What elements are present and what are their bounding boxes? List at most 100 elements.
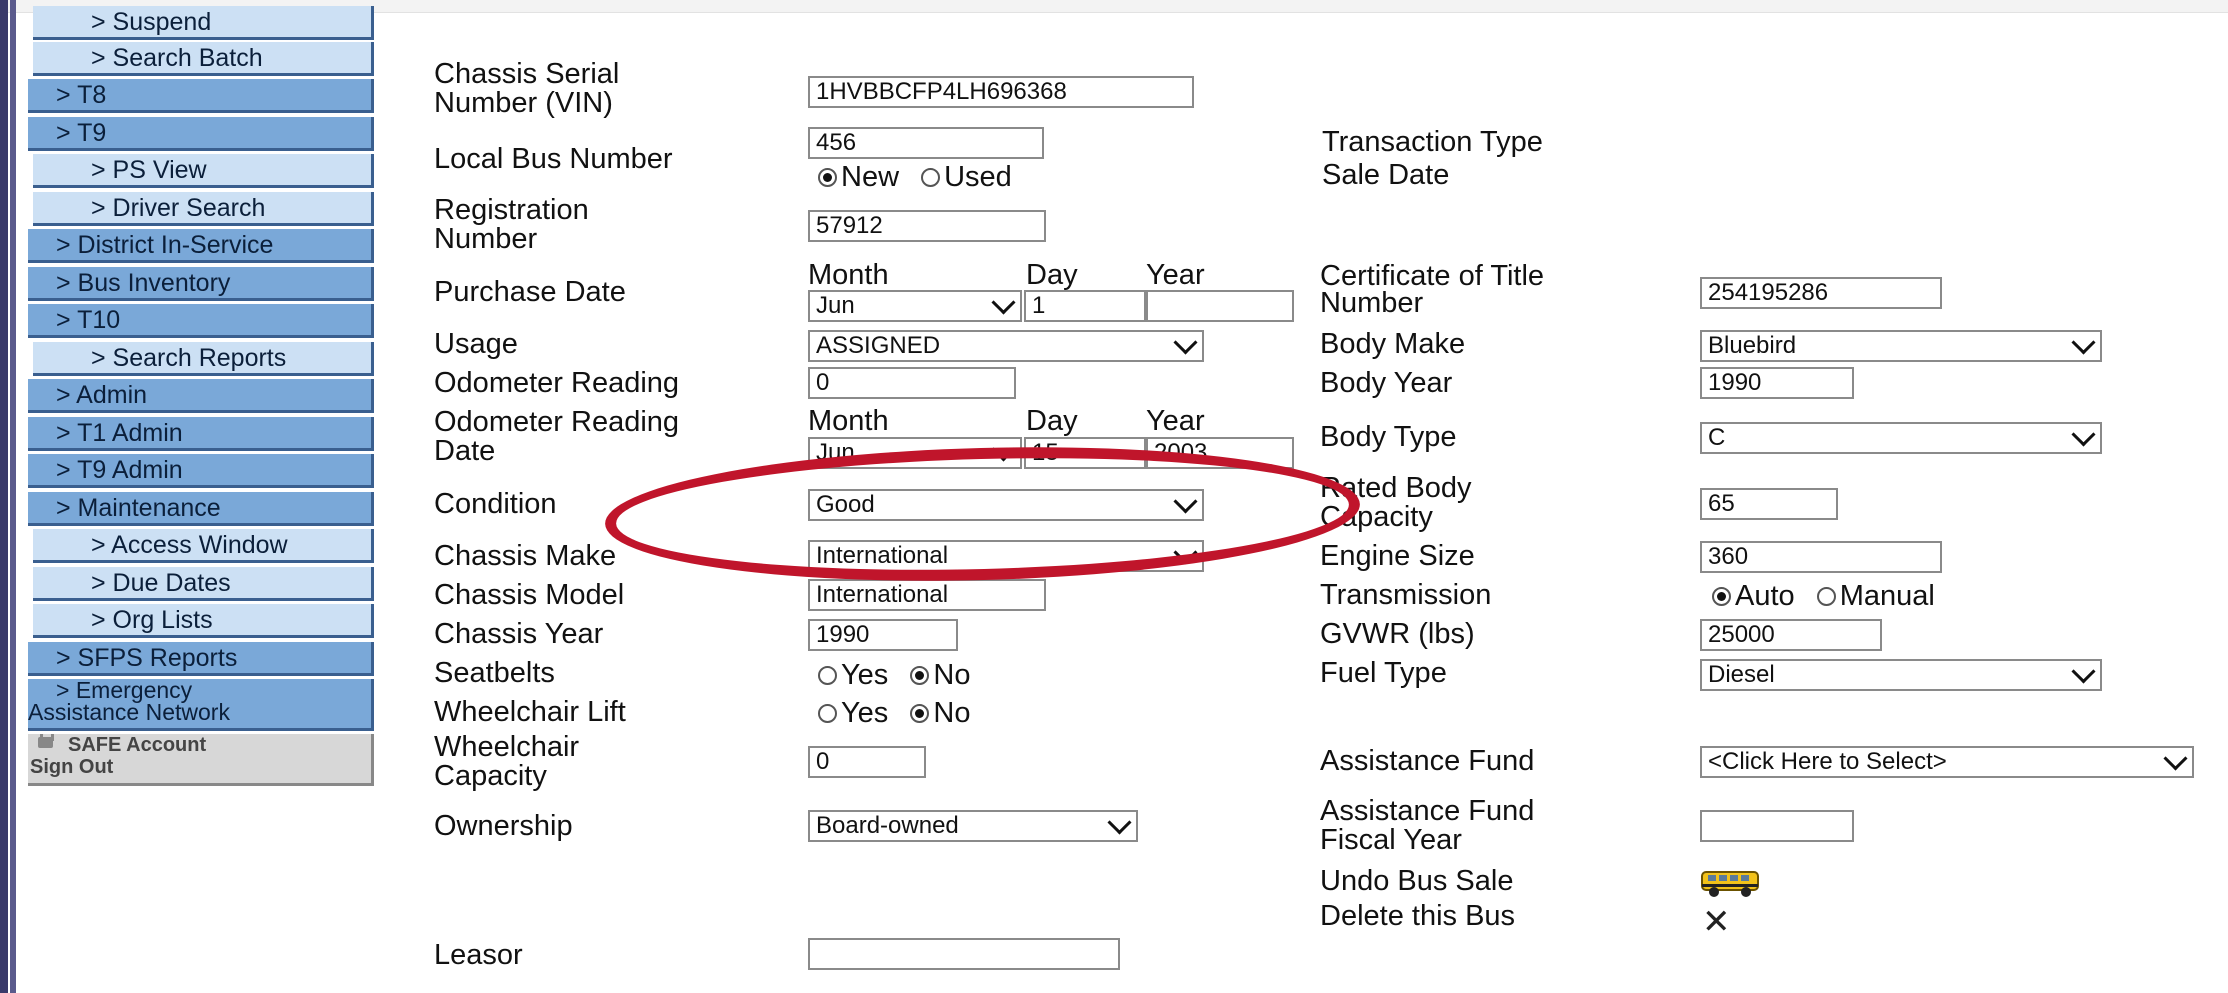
gvwr-input[interactable]: 25000 <box>1700 619 1882 651</box>
odometer-month-label: Month <box>808 405 889 437</box>
new-used-radio-group: New Used <box>818 161 1026 192</box>
sidebar-item-due-dates[interactable]: > Due Dates <box>33 567 374 601</box>
sidebar-item-org-lists[interactable]: > Org Lists <box>33 604 374 638</box>
assistance-fy-label-line1: Assistance Fund <box>1320 795 1535 827</box>
used-radio[interactable] <box>921 167 941 187</box>
chassis-make-label: Chassis Make <box>434 540 617 572</box>
sidebar-item-label: > T9 <box>56 119 107 147</box>
odometer-year-input[interactable]: 2003 <box>1146 437 1294 469</box>
seatbelts-no-radio[interactable] <box>910 665 930 685</box>
sidebar-item-label: > T8 <box>56 81 107 109</box>
sidebar-item-label: > Search Reports <box>91 344 287 372</box>
ownership-value: Board-owned <box>816 812 959 839</box>
seatbelts-label: Seatbelts <box>434 657 555 689</box>
sidebar-item-search-batch[interactable]: > Search Batch <box>33 42 374 76</box>
chevron-down-icon <box>1107 812 1132 835</box>
registration-input[interactable]: 57912 <box>808 210 1046 242</box>
local-bus-label: Local Bus Number <box>434 143 673 175</box>
purchase-day-input[interactable]: 1 <box>1024 290 1146 322</box>
sidebar-item-access-window[interactable]: > Access Window <box>33 529 374 563</box>
sidebar-item-search-reports[interactable]: > Search Reports <box>33 342 374 376</box>
sidebar-item-maintenance[interactable]: > Maintenance <box>28 492 374 526</box>
sidebar-item-t10[interactable]: > T10 <box>28 304 374 338</box>
chassis-year-input[interactable]: 1990 <box>808 619 958 651</box>
chevron-down-icon <box>1173 542 1198 565</box>
auto-radio[interactable] <box>1712 586 1731 606</box>
wheelchair-capacity-input[interactable]: 0 <box>808 746 926 778</box>
sidebar-item-bus-inventory[interactable]: > Bus Inventory <box>28 267 374 301</box>
body-type-select[interactable]: C <box>1700 422 2102 454</box>
sidebar-item-t9-admin[interactable]: > T9 Admin <box>28 454 374 488</box>
sidebar-item-sfps-reports[interactable]: > SFPS Reports <box>28 642 374 676</box>
fuel-type-label: Fuel Type <box>1320 657 1447 689</box>
sidebar-item-t1-admin[interactable]: > T1 Admin <box>28 417 374 451</box>
cert-title-input[interactable]: 254195286 <box>1700 277 1942 309</box>
school-bus-icon[interactable] <box>1700 866 1764 900</box>
wheelchair-lift-radio-group: Yes No <box>818 697 984 728</box>
wheelchair-lift-label: Wheelchair Lift <box>434 696 626 728</box>
body-make-select[interactable]: Bluebird <box>1700 330 2102 362</box>
rated-capacity-input[interactable]: 65 <box>1700 488 1838 520</box>
sidebar-item-t8[interactable]: > T8 <box>28 79 374 113</box>
auto-radio-label: Auto <box>1735 580 1795 613</box>
vin-label-line2: Number (VIN) <box>434 87 613 119</box>
sidebar-item-safe-account[interactable]: SAFE Account Sign Out <box>28 734 374 786</box>
sidebar-item-admin[interactable]: > Admin <box>28 379 374 413</box>
seatbelts-yes-radio[interactable] <box>818 665 837 685</box>
sidebar-item-label: > T1 Admin <box>56 419 183 447</box>
left-frame-bar <box>0 0 8 993</box>
odometer-input[interactable]: 0 <box>808 367 1016 399</box>
used-radio-label: Used <box>944 161 1012 194</box>
transaction-type-label: Transaction Type <box>1322 126 1543 158</box>
body-make-value: Bluebird <box>1708 332 1797 359</box>
local-bus-input[interactable]: 456 <box>808 127 1044 159</box>
transmission-radio-group: Auto Manual <box>1712 580 1949 611</box>
engine-size-input[interactable]: 360 <box>1700 541 1942 573</box>
vin-label-line1: Chassis Serial <box>434 58 620 90</box>
sidebar-item-ps-view[interactable]: > PS View <box>33 154 374 188</box>
odometer-month-select[interactable]: Jun <box>808 437 1022 469</box>
purchase-month-select[interactable]: Jun <box>808 290 1022 322</box>
sidebar-item-emergency-assistance[interactable]: > Emergency Assistance Network <box>28 679 374 731</box>
chassis-make-select[interactable]: International <box>808 540 1204 572</box>
assistance-fy-input[interactable] <box>1700 810 1854 842</box>
assistance-fund-label: Assistance Fund <box>1320 745 1535 777</box>
registration-label-line1: Registration <box>434 194 589 226</box>
wheelchair-lift-yes-radio[interactable] <box>818 703 837 723</box>
new-radio[interactable] <box>818 167 837 187</box>
ownership-select[interactable]: Board-owned <box>808 810 1138 842</box>
sidebar-item-label: > T9 Admin <box>56 456 183 484</box>
sidebar-item-label: > SFPS Reports <box>56 644 238 672</box>
vin-input[interactable]: 1HVBBCFP4LH696368 <box>808 76 1194 108</box>
usage-select[interactable]: ASSIGNED <box>808 330 1204 362</box>
wheelchair-lift-yes-label: Yes <box>841 697 889 730</box>
delete-x-icon[interactable]: ✕ <box>1702 905 1731 939</box>
chevron-down-icon <box>1173 491 1198 514</box>
chevron-down-icon <box>2163 748 2188 771</box>
chassis-model-input[interactable]: International <box>808 579 1046 611</box>
sidebar-item-suspend[interactable]: > Suspend <box>33 6 374 40</box>
sidebar-item-t9[interactable]: > T9 <box>28 117 374 151</box>
usage-label: Usage <box>434 328 518 360</box>
manual-radio[interactable] <box>1816 586 1836 606</box>
wheelchair-lift-no-radio[interactable] <box>910 703 930 723</box>
sidebar-item-label: > Suspend <box>91 8 212 36</box>
chevron-down-icon <box>991 439 1016 462</box>
body-make-label: Body Make <box>1320 328 1466 360</box>
left-frame-bar-inner <box>10 0 16 993</box>
odometer-day-input[interactable]: 15 <box>1024 437 1146 469</box>
odometer-month-value: Jun <box>816 439 855 466</box>
safe-account-link[interactable]: SAFE Account <box>68 734 206 756</box>
body-year-input[interactable]: 1990 <box>1700 367 1854 399</box>
manual-radio-label: Manual <box>1839 580 1935 613</box>
chevron-down-icon <box>2071 424 2096 447</box>
sidebar-item-driver-search[interactable]: > Driver Search <box>33 192 374 226</box>
sign-out-link[interactable]: Sign Out <box>30 756 371 778</box>
sidebar-item-district-in-service[interactable]: > District In-Service <box>28 229 374 263</box>
assistance-fund-select[interactable]: <Click Here to Select> <box>1700 746 2194 778</box>
rated-capacity-label-line1: Rated Body <box>1320 472 1472 504</box>
fuel-type-select[interactable]: Diesel <box>1700 659 2102 691</box>
condition-select[interactable]: Good <box>808 489 1204 521</box>
leasor-input[interactable] <box>808 938 1120 970</box>
purchase-year-input[interactable] <box>1146 290 1294 322</box>
